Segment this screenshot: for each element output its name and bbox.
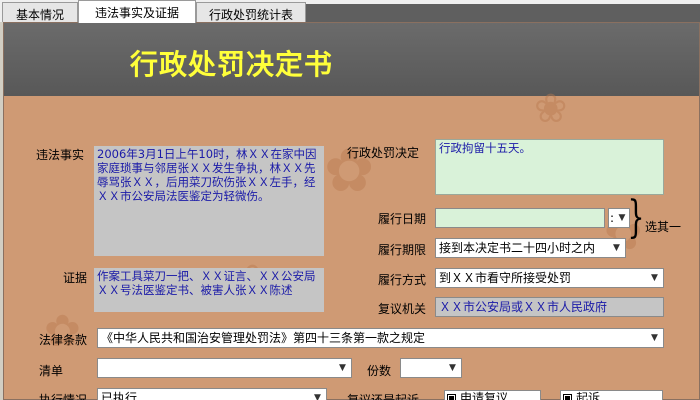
exec-date-field[interactable] <box>435 208 605 228</box>
title-bar: 行政处罚决定书 <box>4 23 699 96</box>
evidence-label: 证据 <box>63 271 88 285</box>
exec-status-select[interactable]: 已执行 ▼ <box>97 388 327 400</box>
exec-period-value: 接到本决定书二十四小时之内 <box>439 241 596 255</box>
sue-checkbox[interactable]: 起诉 <box>560 390 663 400</box>
chevron-down-icon: ▼ <box>651 273 658 283</box>
chevron-down-icon: ▼ <box>613 243 620 253</box>
review-org-label: 复议机关 <box>378 302 427 316</box>
exec-status-label: 执行情况 <box>39 393 88 400</box>
chevron-down-icon: ▼ <box>449 363 456 373</box>
tab-strip-filler <box>306 4 700 22</box>
exec-period-select[interactable]: 接到本决定书二十四小时之内 ▼ <box>435 238 626 258</box>
page-title: 行政处罚决定书 <box>129 48 333 81</box>
facts-textarea[interactable]: 2006年3月1日上午10时，林ＸＸ在家中因家庭琐事与邻居张ＸＸ发生争执，林ＸＸ… <box>94 146 324 256</box>
chevron-down-icon: ▼ <box>339 363 346 373</box>
exec-date-label: 履行日期 <box>378 212 427 226</box>
tab-basic-info[interactable]: 基本情况 <box>2 2 78 22</box>
review-or-sue-label: 复议还是起诉 <box>347 393 420 400</box>
chevron-down-icon: ▼ <box>651 333 658 343</box>
tab-facts-evidence[interactable]: 违法事实及证据 <box>78 0 196 23</box>
review-checkbox-label: 申请复议 <box>460 391 509 400</box>
facts-label: 违法事实 <box>36 148 85 162</box>
decision-textarea[interactable]: 行政拘留十五天。 <box>435 139 664 195</box>
leaf-decoration-icon: ❀ <box>534 86 568 132</box>
brace-icon: } <box>627 192 645 243</box>
law-select[interactable]: 《中华人民共和国治安管理处罚法》第四十三条第一款之规定 ▼ <box>97 328 664 348</box>
form-content: ✿ ✿ ❀ ❀ ✿ 违法事实 2006年3月1日上午10时，林ＸＸ在家中因家庭琐… <box>4 86 699 400</box>
exec-mode-label: 履行方式 <box>378 273 427 287</box>
list-select[interactable]: ▼ <box>97 358 352 378</box>
decision-label: 行政处罚决定 <box>347 146 420 160</box>
either-one-label: 选其一 <box>645 220 682 234</box>
exec-mode-select[interactable]: 到ＸＸ市看守所接受处罚 ▼ <box>435 268 664 288</box>
evidence-textarea[interactable]: 作案工具菜刀一把、ＸＸ证言、ＸＸ公安局ＸＸ号法医鉴定书、被害人张ＸＸ陈述 <box>94 268 324 312</box>
exec-period-label: 履行期限 <box>378 243 427 257</box>
law-value: 《中华人民共和国治安管理处罚法》第四十三条第一款之规定 <box>101 331 426 345</box>
list-label: 清单 <box>39 364 64 378</box>
law-label: 法律条款 <box>39 333 88 347</box>
sue-checkbox-label: 起诉 <box>576 391 601 400</box>
time-separator: : <box>610 211 615 225</box>
review-org-field[interactable]: ＸＸ市公安局或ＸＸ市人民政府 <box>435 297 664 317</box>
tab-penalty-stats[interactable]: 行政处罚统计表 <box>196 2 306 22</box>
exec-status-value: 已执行 <box>101 391 138 400</box>
review-checkbox[interactable]: 申请复议 <box>444 390 541 400</box>
copies-label: 份数 <box>367 364 392 378</box>
chevron-down-icon: ▼ <box>314 393 321 400</box>
exec-mode-value: 到ＸＸ市看守所接受处罚 <box>439 271 572 285</box>
tab-strip: 基本情况 违法事实及证据 行政处罚统计表 <box>0 0 700 23</box>
checkbox-icon <box>563 394 572 400</box>
form-panel: 行政处罚决定书 ✿ ✿ ❀ ❀ ✿ 违法事实 2006年3月1日上午10时，林Ｘ… <box>3 22 700 400</box>
copies-select[interactable]: ▼ <box>400 358 462 378</box>
checkbox-icon <box>447 394 456 400</box>
